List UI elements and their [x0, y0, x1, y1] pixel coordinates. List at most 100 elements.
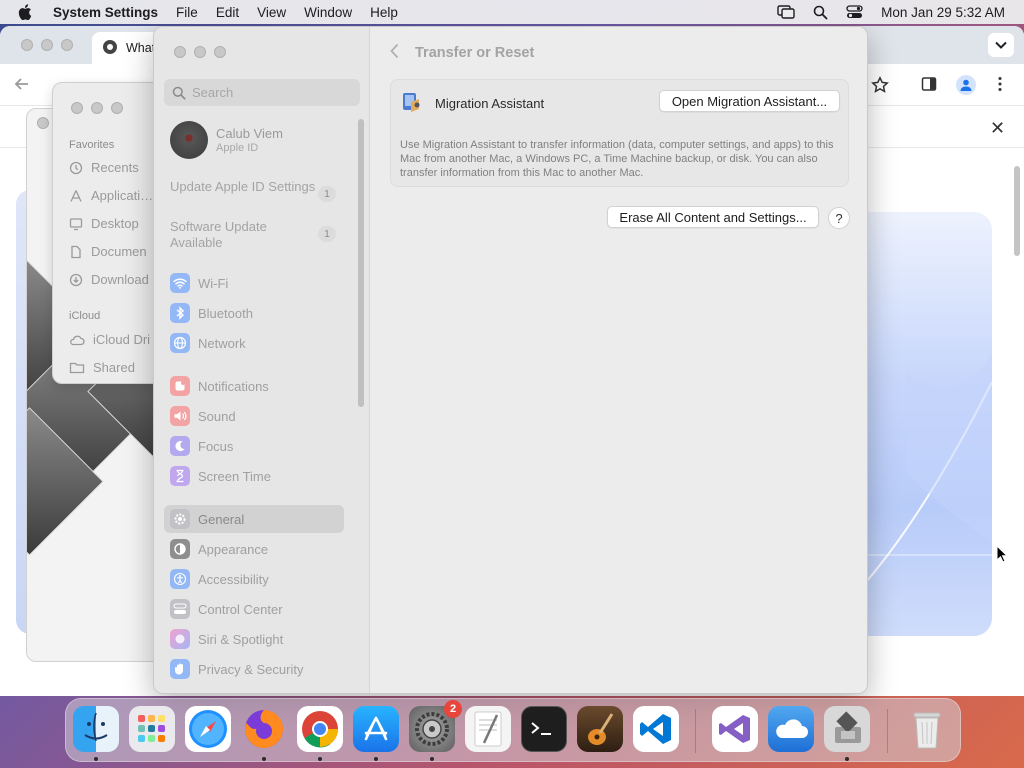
notice-software-update[interactable]: Software Update Available 1 [170, 219, 340, 251]
finder-item-documents[interactable]: Documen [69, 244, 147, 259]
gear-icon [170, 509, 190, 529]
dock-visual-studio[interactable] [712, 706, 758, 752]
sidebar-item-wifi[interactable]: Wi-Fi [164, 269, 344, 297]
page-title: Transfer or Reset [415, 44, 535, 61]
sidebar-item-appearance[interactable]: Appearance [164, 535, 344, 563]
minimize-button[interactable] [194, 46, 206, 58]
dock-trash[interactable] [904, 706, 950, 752]
chrome-traffic-lights[interactable] [21, 39, 73, 51]
sidebar-item-network[interactable]: Network [164, 329, 344, 357]
sidebar-item-control-center[interactable]: Control Center [164, 595, 344, 623]
dock-icloud[interactable] [768, 706, 814, 752]
back-chevron-icon[interactable] [390, 43, 399, 62]
sidebar-item-focus[interactable]: Focus [164, 432, 344, 460]
sidebar-item-sound[interactable]: Sound [164, 402, 344, 430]
close-button[interactable] [174, 46, 186, 58]
dock-garageband[interactable] [577, 706, 623, 752]
chrome-tab-title: What [126, 41, 156, 55]
zoom-button[interactable] [61, 39, 73, 51]
menu-file[interactable]: File [176, 5, 198, 20]
menu-view[interactable]: View [257, 5, 286, 20]
screen-mirroring-icon[interactable] [777, 5, 795, 19]
sidebar-item-privacy[interactable]: Privacy & Security [164, 655, 344, 683]
close-button[interactable] [37, 117, 49, 129]
finder-item-recents[interactable]: Recents [69, 160, 139, 175]
erase-all-content-button[interactable]: Erase All Content and Settings... [607, 206, 819, 228]
menu-help[interactable]: Help [370, 5, 398, 20]
help-button[interactable]: ? [828, 207, 850, 229]
apple-id-profile[interactable]: Calub Viem Apple ID [170, 121, 283, 159]
dock-textedit[interactable] [465, 706, 511, 752]
zoom-button[interactable] [214, 46, 226, 58]
close-button[interactable] [21, 39, 33, 51]
notice-update-apple-id[interactable]: Update Apple ID Settings 1 [170, 179, 340, 202]
dock-firefox[interactable] [241, 706, 287, 752]
sidebar-item-accessibility[interactable]: Accessibility [164, 565, 344, 593]
finder-back-traffic-lights[interactable] [37, 117, 49, 129]
sidebar-item-notifications[interactable]: Notifications [164, 372, 344, 400]
avatar [170, 121, 208, 159]
search-icon[interactable] [813, 5, 828, 20]
finder-item-label: Shared [93, 360, 135, 375]
back-arrow-icon[interactable] [14, 76, 30, 95]
sidebar-item-label: Screen Time [198, 468, 271, 484]
dock-chrome[interactable] [297, 706, 343, 752]
dock-vscode[interactable] [633, 706, 679, 752]
dock-safari[interactable] [185, 706, 231, 752]
finder-item-desktop[interactable]: Desktop [69, 216, 139, 231]
open-migration-assistant-button[interactable]: Open Migration Assistant... [659, 90, 840, 112]
sidebar-item-general[interactable]: General [164, 505, 344, 533]
menu-datetime[interactable]: Mon Jan 29 5:32 AM [881, 5, 1005, 20]
dock-terminal[interactable] [521, 706, 567, 752]
page-header: Transfer or Reset [390, 43, 534, 62]
side-panel-icon[interactable] [921, 76, 937, 95]
menu-edit[interactable]: Edit [216, 5, 239, 20]
finder-item-applications[interactable]: Applicati… [69, 188, 153, 203]
notice-label: Software Update Available [170, 219, 267, 250]
sidebar-scrollbar[interactable] [358, 119, 364, 407]
search-input[interactable] [192, 85, 352, 100]
notice-label: Update Apple ID Settings [170, 179, 316, 194]
profile-avatar-icon[interactable] [956, 75, 976, 95]
cloud-icon [70, 335, 85, 345]
dock-boot-camp[interactable] [824, 706, 870, 752]
bookmark-star-icon[interactable] [871, 76, 889, 97]
chrome-scrollbar[interactable] [1014, 166, 1020, 256]
apple-menu-icon[interactable] [18, 0, 38, 24]
infobar-close-icon[interactable]: ✕ [990, 118, 1005, 139]
control-center-icon[interactable] [846, 5, 863, 19]
finder-item-icloud-drive[interactable]: iCloud Dri [69, 332, 150, 347]
dock-app-store[interactable] [353, 706, 399, 752]
wifi-icon [170, 273, 190, 293]
tab-search-button[interactable] [988, 33, 1014, 57]
dock-finder[interactable] [73, 706, 119, 752]
menu-window[interactable]: Window [304, 5, 352, 20]
close-button[interactable] [71, 102, 83, 114]
dock-launchpad[interactable] [129, 706, 175, 752]
menu-app-name[interactable]: System Settings [53, 5, 158, 20]
trash-icon [913, 712, 941, 749]
settings-search[interactable] [164, 79, 360, 106]
minimize-button[interactable] [41, 39, 53, 51]
dock: 2 [65, 698, 961, 762]
applications-icon [70, 189, 82, 202]
visual-studio-icon [719, 715, 750, 743]
finder-item-downloads[interactable]: Download [69, 272, 149, 287]
bluetooth-icon [170, 303, 190, 323]
accessibility-icon [170, 569, 190, 589]
minimize-button[interactable] [91, 102, 103, 114]
sidebar-item-siri[interactable]: Siri & Spotlight [164, 625, 344, 653]
sidebar-item-label: General [198, 511, 245, 527]
migration-row: Migration Assistant [401, 90, 544, 117]
sidebar-item-bluetooth[interactable]: Bluetooth [164, 299, 344, 327]
finder-traffic-lights[interactable] [71, 102, 123, 114]
finder-item-shared[interactable]: Shared [69, 360, 135, 375]
more-menu-icon[interactable] [997, 76, 1003, 95]
sidebar-item-screen-time[interactable]: Screen Time [164, 462, 344, 490]
zoom-button[interactable] [111, 102, 123, 114]
migration-title: Migration Assistant [435, 96, 545, 111]
dock-system-settings[interactable]: 2 [409, 700, 462, 752]
chevron-down-icon [995, 41, 1007, 49]
settings-traffic-lights[interactable] [174, 46, 226, 58]
hourglass-icon [170, 466, 190, 486]
